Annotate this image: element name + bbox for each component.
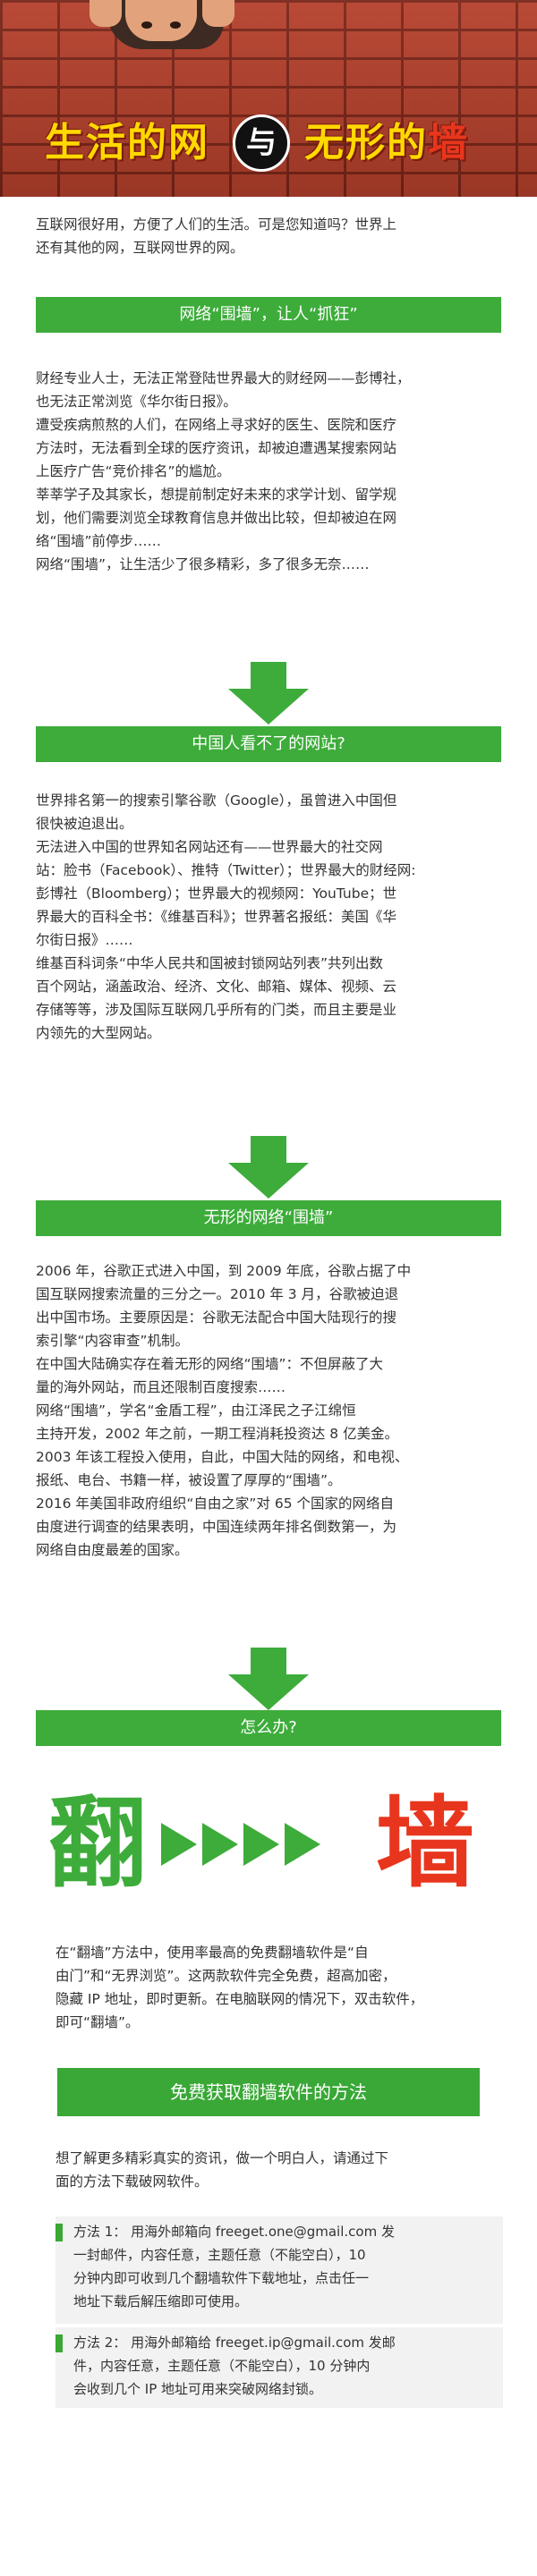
right-arrow-icon [243, 1823, 279, 1866]
left-hand [90, 0, 122, 27]
intro-line: 互联网很好用，方便了人们的生活。可是您知道吗？世界上 [36, 216, 397, 233]
method2-line: 会收到几个 IP 地址可用来突破网络封锁。 [73, 2381, 323, 2397]
method1-marker [55, 2224, 63, 2241]
download-intro-line: 想了解更多精彩真实的资讯，做一个明白人，请通过下 [55, 2150, 389, 2166]
right-arrow-icon [202, 1823, 238, 1866]
download-intro-line: 面的方法下载破网软件。 [55, 2174, 209, 2190]
title-right-accent: 墙 [428, 120, 469, 165]
section4-line: 由门”和“无界浏览”。这两款软件完全免费，超高加密， [55, 1968, 396, 1984]
section1-title-bar: 网络“围墙”，让人“抓狂” [36, 297, 501, 333]
down-arrow-stem [251, 1648, 286, 1674]
method2-box: 方法 2： 用海外邮箱给 freeget.ip@gmail.com 发邮 件，内… [55, 2327, 503, 2408]
section1-line: 遭受疾病煎熬的人们，在网络上寻求好的医生、医院和医疗 [36, 417, 397, 433]
section3-line: 主持开发，2002 年之前，一期工程消耗投资达 8 亿美金。 [36, 1426, 399, 1442]
method1-line: 一封邮件，内容任意，主题任意（不能空白），10 [73, 2247, 366, 2263]
section2-line: 内领先的大型网站。 [36, 1025, 161, 1041]
section2-line: 世界排名第一的搜索引擎谷歌（Google），虽曾进入中国但 [36, 792, 397, 809]
section1-line: 莘莘学子及其家长，想提前制定好未来的求学计划、留学规 [36, 487, 397, 503]
section2-line: 尔街日报》…… [36, 932, 133, 948]
header-title: 生活的网 与 无形的墙 [45, 114, 510, 172]
section2-line: 很快被迫退出。 [36, 816, 133, 832]
section1-line: 络“围墙”前停步…… [36, 533, 162, 549]
method1-box: 方法 1： 用海外邮箱向 freeget.one@gmail.com 发 一封邮… [55, 2216, 503, 2324]
title-mid-circle: 与 [233, 114, 290, 172]
section4-line: 隐藏 IP 地址，即时更新。在电脑联网的情况下，双击软件， [55, 1991, 424, 2007]
section3-line: 2006 年，谷歌正式进入中国，到 2009 年底，谷歌占据了中 [36, 1263, 412, 1279]
right-arrow-icon [161, 1823, 197, 1866]
right-hand [202, 0, 234, 27]
down-arrow-stem [251, 1136, 286, 1163]
section4-line: 在“翻墙”方法中，使用率最高的免费翻墙软件是“自 [55, 1945, 369, 1961]
intro-line: 还有其他的网，互联网世界的网。 [36, 240, 244, 256]
section1-body: 财经专业人士，无法正常登陆世界最大的财经网——彭博社， 也无法正常浏览《华尔街日… [36, 367, 510, 576]
section3-line: 量的海外网站，而且还限制百度搜索…… [36, 1379, 286, 1395]
section1-line: 上医疗广告“竞价排名”的尴尬。 [36, 463, 231, 479]
section2-line: 维基百科词条“中华人民共和国被封锁网站列表”共列出数 [36, 955, 384, 971]
method2-marker [55, 2334, 63, 2352]
section3-line: 由度进行调查的结果表明，中国连续两年排名倒数第一，为 [36, 1519, 397, 1535]
section3-line: 在中国大陆确实存在着无形的网络“围墙”：不但屏蔽了大 [36, 1356, 384, 1372]
download-intro: 想了解更多精彩真实的资讯，做一个明白人，请通过下 面的方法下载破网软件。 [55, 2147, 503, 2193]
get-software-button[interactable]: 免费获取翻墙软件的方法 [57, 2068, 480, 2116]
section2-line: 站：脸书（Facebook）、推特（Twitter）；世界最大的财经网: [36, 862, 416, 878]
section3-line: 索引擎“内容审查”机制。 [36, 1333, 190, 1349]
title-mid: 与 [246, 125, 277, 161]
section2-line: 百个网站，涵盖政治、经济、文化、邮箱、媒体、视频、云 [36, 979, 397, 995]
section4-title-bar: 怎么办? [36, 1710, 501, 1746]
title-right-main: 无形的 [304, 120, 428, 165]
method2-line: 方法 2： 用海外邮箱给 freeget.ip@gmail.com 发邮 [73, 2334, 396, 2351]
peeking-face-illustration [125, 0, 197, 41]
section2-body: 世界排名第一的搜索引擎谷歌（Google），虽曾进入中国但 很快被迫退出。 无法… [36, 789, 510, 1045]
right-arrow-icon [285, 1823, 320, 1866]
down-arrow-icon [228, 1674, 309, 1710]
right-eye [170, 21, 181, 29]
section3-line: 2016 年美国非政府组织“自由之家”对 65 个国家的网络自 [36, 1496, 395, 1512]
method1-line: 分钟内即可收到几个翻墙软件下载地址，点击任一 [73, 2270, 370, 2286]
section1-line: 方法时，无法看到全球的医疗资讯，却被迫遭遇某搜索网站 [36, 440, 397, 456]
method1-line: 方法 1： 用海外邮箱向 freeget.one@gmail.com 发 [73, 2224, 395, 2240]
section3-line: 网络自由度最差的国家。 [36, 1542, 189, 1558]
section1-line: 也无法正常浏览《华尔街日报》。 [36, 394, 237, 410]
section3-line: 国互联网搜索流量的三分之一。2010 年 3 月，谷歌被迫退 [36, 1286, 399, 1302]
down-arrow-icon [228, 689, 309, 724]
section1-line: 网络“围墙”，让生活少了很多精彩，多了很多无奈…… [36, 556, 370, 572]
section3-line: 报纸、电台、书籍一样，被设置了厚厚的“围墙”。 [36, 1472, 342, 1488]
title-left: 生活的网 [45, 120, 209, 165]
section2-line: 无法进入中国的世界知名网站还有——世界最大的社交网 [36, 839, 383, 855]
section3-body: 2006 年，谷歌正式进入中国，到 2009 年底，谷歌占据了中 国互联网搜索流… [36, 1259, 510, 1562]
section2-line: 存储等等，涉及国际互联网几乎所有的门类，而且主要是业 [36, 1002, 397, 1018]
left-eye [141, 21, 152, 29]
method1-text: 方法 1： 用海外邮箱向 freeget.one@gmail.com 发 一封邮… [73, 2220, 499, 2313]
down-arrow-stem [251, 662, 286, 689]
qiang-character: 墙 [376, 1786, 474, 1901]
down-arrow-icon [228, 1163, 309, 1199]
section2-line: 界最大的百科全书：《维基百科》；世界著名报纸：美国《华 [36, 909, 397, 925]
method2-text: 方法 2： 用海外邮箱给 freeget.ip@gmail.com 发邮 件，内… [73, 2331, 499, 2401]
section3-title-bar: 无形的网络“围墙” [36, 1200, 501, 1236]
section4-body: 在“翻墙”方法中，使用率最高的免费翻墙软件是“自 由门”和“无界浏览”。这两款软… [55, 1941, 503, 2034]
section3-line: 出中国市场。主要原因是：谷歌无法配合中国大陆现行的搜 [36, 1309, 397, 1326]
section3-line: 2003 年该工程投入使用，自此，中国大陆的网络，和电视、 [36, 1449, 409, 1465]
title-right: 无形的墙 [304, 116, 469, 170]
fan-character: 翻 [48, 1786, 147, 1901]
section2-line: 彭博社（Bloomberg）；世界最大的视频网：YouTube；世 [36, 886, 397, 902]
section1-line: 划，他们需要浏览全球教育信息并做出比较，但却被迫在网 [36, 510, 397, 526]
method2-line: 件，内容任意，主题任意（不能空白），10 分钟内 [73, 2358, 371, 2374]
method1-line: 地址下载后解压缩即可使用。 [73, 2293, 249, 2309]
section4-line: 即可“翻墙”。 [55, 2014, 140, 2030]
section3-line: 网络“围墙”，学名“金盾工程”，由江泽民之子江绵恒 [36, 1402, 356, 1419]
section1-line: 财经专业人士，无法正常登陆世界最大的财经网——彭博社， [36, 370, 411, 386]
section2-title-bar: 中国人看不了的网站? [36, 726, 501, 762]
intro-text: 互联网很好用，方便了人们的生活。可是您知道吗？世界上 还有其他的网，互联网世界的… [36, 213, 510, 259]
